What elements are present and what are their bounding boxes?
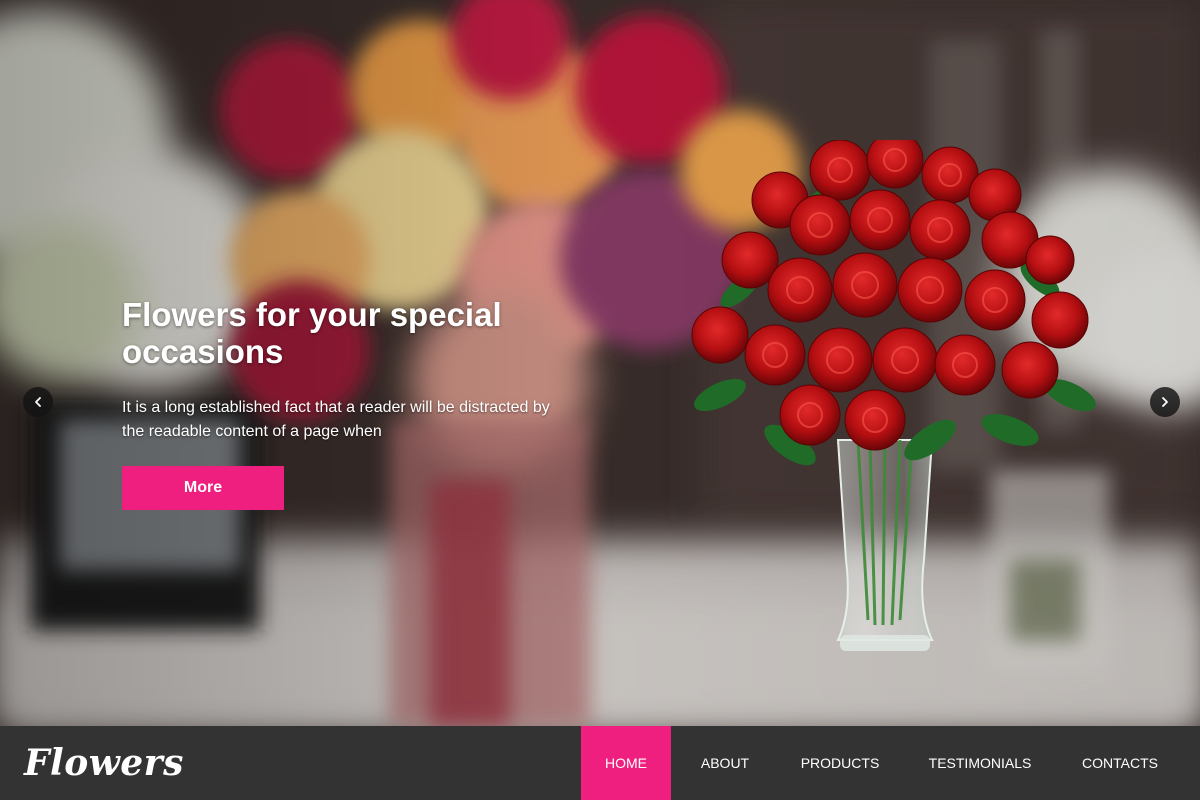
hero-title: Flowers for your special occasions [122,296,502,370]
slider-next-button[interactable] [1150,387,1180,417]
chevron-right-icon [1162,397,1168,407]
nav-item-testimonials[interactable]: TESTIMONIALS [915,726,1045,800]
main-navigation: Flowers HOME ABOUT PRODUCTS TESTIMONIALS… [0,726,1200,800]
slider-prev-button[interactable] [23,387,53,417]
nav-item-home[interactable]: HOME [581,726,671,800]
nav-item-products[interactable]: PRODUCTS [785,726,895,800]
site-logo[interactable]: Flowers [24,740,184,786]
hero-slider: Flowers for your special occasions It is… [0,0,1200,726]
nav-item-about[interactable]: ABOUT [680,726,770,800]
hero-description: It is a long established fact that a rea… [122,399,550,440]
nav-item-contacts[interactable]: CONTACTS [1065,726,1175,800]
more-button[interactable]: More [122,466,284,510]
rose-bouquet-image [691,140,1096,651]
chevron-left-icon [35,397,41,407]
